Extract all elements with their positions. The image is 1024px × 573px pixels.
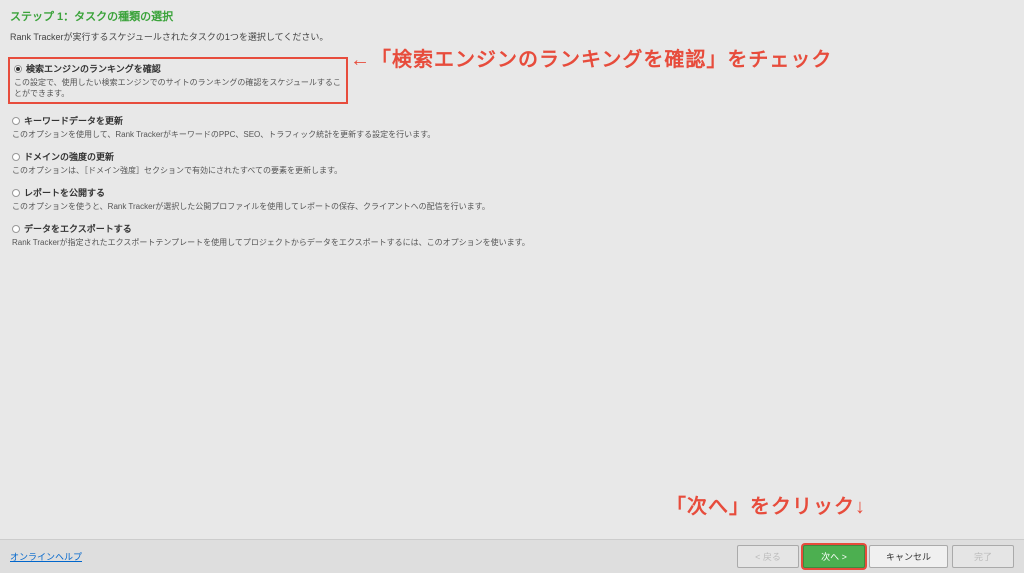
annotation-next: 「次へ」をクリック↓ bbox=[666, 490, 866, 519]
options-list: 検索エンジンのランキングを確認 この設定で、使用したい検索エンジンでのサイトのラ… bbox=[12, 57, 1014, 248]
radio-icon[interactable] bbox=[12, 189, 20, 197]
option-desc: このオプションを使うと、Rank Trackerが選択した公開プロファイルを使用… bbox=[12, 201, 1014, 212]
cancel-button[interactable]: キャンセル bbox=[869, 545, 948, 568]
radio-icon[interactable] bbox=[12, 117, 20, 125]
option-export-data[interactable]: データをエクスポートする Rank Trackerが指定されたエクスポートテンプ… bbox=[12, 222, 1014, 248]
option-update-domain[interactable]: ドメインの強度の更新 このオプションは、［ドメイン強度］セクションで有効にされた… bbox=[12, 150, 1014, 176]
radio-icon[interactable] bbox=[12, 153, 20, 161]
option-desc: この設定で、使用したい検索エンジンでのサイトのランキングの確認をスケジュールする… bbox=[14, 77, 342, 99]
option-update-keywords[interactable]: キーワードデータを更新 このオプションを使用して、Rank Trackerがキー… bbox=[12, 114, 1014, 140]
option-title-text: ドメインの強度の更新 bbox=[24, 150, 114, 163]
option-desc: このオプションを使用して、Rank TrackerがキーワードのPPC、SEO、… bbox=[12, 129, 1014, 140]
help-link[interactable]: オンラインヘルプ bbox=[10, 550, 82, 563]
option-title-text: 検索エンジンのランキングを確認 bbox=[26, 62, 161, 75]
radio-icon[interactable] bbox=[12, 225, 20, 233]
option-title-text: キーワードデータを更新 bbox=[24, 114, 123, 127]
option-title-text: データをエクスポートする bbox=[24, 222, 132, 235]
back-button: < 戻る bbox=[737, 545, 799, 568]
option-check-rankings[interactable]: 検索エンジンのランキングを確認 この設定で、使用したい検索エンジンでのサイトのラ… bbox=[8, 57, 348, 104]
step-title: ステップ 1：タスクの種類の選択 bbox=[10, 8, 1014, 24]
step-desc: Rank Trackerが実行するスケジュールされたタスクの1つを選択してくださ… bbox=[10, 30, 1014, 43]
radio-icon[interactable] bbox=[14, 65, 22, 73]
next-button[interactable]: 次へ > bbox=[803, 545, 865, 568]
annotation-check: ←「検索エンジンのランキングを確認」をチェック bbox=[350, 43, 832, 72]
finish-button: 完了 bbox=[952, 545, 1014, 568]
option-title-text: レポートを公開する bbox=[24, 186, 105, 199]
footer-buttons: < 戻る 次へ > キャンセル 完了 bbox=[737, 545, 1014, 568]
footer-bar: オンラインヘルプ < 戻る 次へ > キャンセル 完了 bbox=[0, 539, 1024, 573]
option-desc: Rank Trackerが指定されたエクスポートテンプレートを使用してプロジェク… bbox=[12, 237, 1014, 248]
option-publish-report[interactable]: レポートを公開する このオプションを使うと、Rank Trackerが選択した公… bbox=[12, 186, 1014, 212]
option-desc: このオプションは、［ドメイン強度］セクションで有効にされたすべての要素を更新しま… bbox=[12, 165, 1014, 176]
